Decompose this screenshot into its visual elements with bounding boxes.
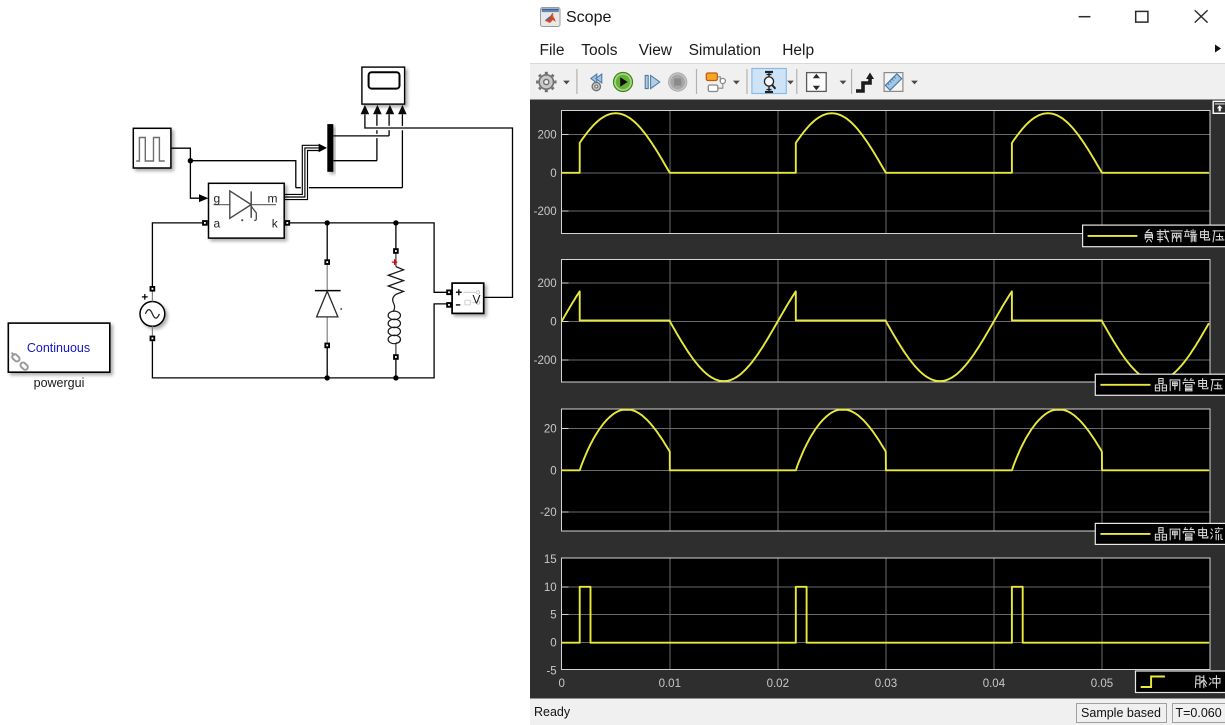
svg-text:5: 5 (550, 610, 556, 622)
svg-text:File: File (540, 42, 565, 59)
svg-text:15: 15 (544, 554, 557, 566)
svg-text:Simulation: Simulation (689, 42, 761, 59)
svg-text:-200: -200 (534, 355, 557, 367)
svg-text:0: 0 (550, 465, 556, 477)
svg-text:0.05: 0.05 (1091, 678, 1113, 690)
svg-text:Continuous: Continuous (27, 341, 90, 355)
svg-text:0.03: 0.03 (875, 678, 897, 690)
svg-text:a: a (214, 217, 221, 231)
svg-text:0: 0 (550, 316, 556, 328)
svg-text:powergui: powergui (34, 376, 85, 390)
svg-text:Tools: Tools (581, 42, 617, 59)
svg-text:0: 0 (550, 168, 556, 180)
svg-text:200: 200 (538, 130, 557, 142)
svg-text:Help: Help (782, 42, 814, 59)
svg-text:-5: -5 (546, 666, 556, 678)
svg-text:10: 10 (544, 582, 557, 594)
svg-text:20: 20 (544, 424, 557, 436)
svg-text:k: k (272, 217, 279, 231)
svg-text:V: V (472, 293, 480, 307)
svg-text:0.02: 0.02 (767, 678, 789, 690)
svg-text:0: 0 (558, 678, 564, 690)
svg-text:g: g (214, 192, 221, 206)
svg-text:-20: -20 (540, 507, 557, 519)
svg-text:Scope: Scope (566, 9, 611, 26)
svg-text:-200: -200 (534, 206, 557, 218)
svg-text:0.04: 0.04 (983, 678, 1006, 690)
svg-text:0.01: 0.01 (659, 678, 681, 690)
svg-text:0: 0 (550, 638, 556, 650)
svg-text:m: m (268, 192, 278, 206)
svg-text:200: 200 (538, 278, 557, 290)
svg-text:View: View (639, 42, 673, 59)
